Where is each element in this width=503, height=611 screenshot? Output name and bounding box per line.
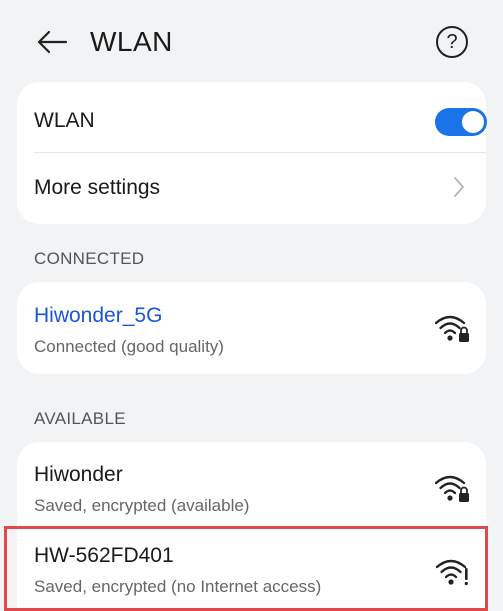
available-network-item[interactable]: Hiwonder Saved, encrypted (available) [17,442,486,526]
wlan-settings-card: WLAN More settings [17,82,487,224]
section-label-connected: CONNECTED [34,249,145,268]
page-title: WLAN [90,26,173,57]
help-button[interactable]: ? [436,26,468,58]
wlan-toggle-label: WLAN [34,109,95,132]
network-status: Saved, encrypted (no Internet access) [34,577,322,596]
wlan-toggle-row[interactable]: WLAN [17,82,487,152]
toggle-knob [462,111,484,133]
arrow-left-icon [37,30,68,54]
network-name: HW-562FD401 [34,544,174,567]
network-name: Hiwonder [34,463,123,486]
back-button[interactable] [32,22,72,62]
more-settings-row[interactable]: More settings [17,153,486,224]
network-status: Connected (good quality) [34,337,224,356]
connected-network-item[interactable]: Hiwonder_5G Connected (good quality) [17,282,486,374]
chevron-right-icon [454,177,464,197]
wifi-warning-icon [435,559,468,586]
network-status: Saved, encrypted (available) [34,496,250,515]
more-settings-label: More settings [34,176,161,199]
header: WLAN ? [0,0,503,84]
wifi-locked-icon [434,475,469,502]
wifi-locked-icon [434,315,469,342]
available-network-item[interactable]: HW-562FD401 Saved, encrypted (no Interne… [17,526,486,611]
question-mark-icon: ? [446,30,458,53]
available-networks-list: Hiwonder Saved, encrypted (available) HW… [17,442,486,611]
section-label-available: AVAILABLE [34,409,126,428]
wlan-settings-page: WLAN ? WLAN More settings CONNECTED Hiwo… [0,0,503,611]
network-name: Hiwonder_5G [34,304,163,327]
wlan-toggle-switch[interactable] [435,108,487,136]
